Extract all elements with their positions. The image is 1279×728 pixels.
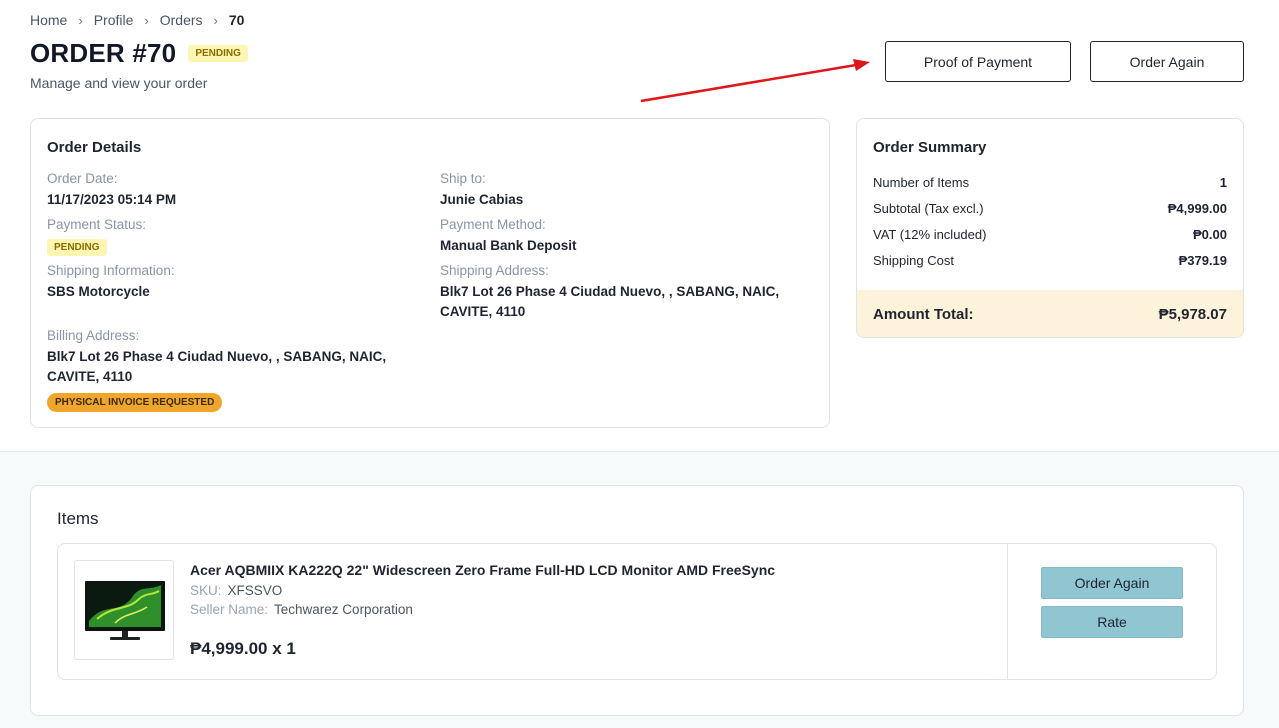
shipping-address-value: Blk7 Lot 26 Phase 4 Ciudad Nuevo, , SABA… xyxy=(440,284,780,319)
invoice-requested-badge: PHYSICAL INVOICE REQUESTED xyxy=(47,393,223,412)
order-header-section: Home › Profile › Orders › 70 ORDER #70 P… xyxy=(0,0,1279,452)
sku-value: XFSSVO xyxy=(227,583,283,598)
amount-total-label: Amount Total: xyxy=(873,306,974,323)
order-summary-title: Order Summary xyxy=(873,139,987,156)
summary-label: Subtotal (Tax excl.) xyxy=(873,201,984,216)
shipping-address-field: Shipping Address: Blk7 Lot 26 Phase 4 Ci… xyxy=(440,262,810,322)
order-again-button[interactable]: Order Again xyxy=(1090,41,1244,82)
chevron-right-icon: › xyxy=(78,12,83,28)
summary-value: ₱0.00 xyxy=(1193,227,1227,242)
list-item: Acer AQBMIIX KA222Q 22" Widescreen Zero … xyxy=(57,543,1217,680)
summary-label: Number of Items xyxy=(873,175,970,190)
payment-method-value: Manual Bank Deposit xyxy=(440,238,577,253)
payment-status-badge: PENDING xyxy=(47,239,107,256)
summary-label: VAT (12% included) xyxy=(873,227,987,242)
payment-status-label: Payment Status: xyxy=(47,217,147,232)
order-details-card: Order Details Order Date: 11/17/2023 05:… xyxy=(30,118,830,428)
monitor-icon[interactable] xyxy=(74,560,174,660)
payment-status-field: Payment Status: PENDING xyxy=(47,216,417,256)
summary-row-subtotal: Subtotal (Tax excl.) ₱4,999.00 xyxy=(873,201,1227,216)
amount-total-row: Amount Total: ₱5,978.07 xyxy=(857,290,1243,337)
item-price: ₱4,999.00 x 1 xyxy=(190,639,296,658)
status-badge: PENDING xyxy=(188,45,248,62)
seller-label: Seller Name: xyxy=(190,602,269,617)
summary-value: ₱379.19 xyxy=(1178,253,1227,268)
item-order-again-button[interactable]: Order Again xyxy=(1041,567,1183,599)
item-seller: Seller Name: Techwarez Corporation xyxy=(190,602,413,617)
shipping-address-label: Shipping Address: xyxy=(440,263,549,278)
summary-label: Shipping Cost xyxy=(873,253,954,268)
amount-total-value: ₱5,978.07 xyxy=(1158,306,1227,323)
chevron-right-icon: › xyxy=(213,12,218,28)
order-summary-card: Order Summary Number of Items 1 Subtotal… xyxy=(856,118,1244,338)
seller-value: Techwarez Corporation xyxy=(274,602,413,617)
payment-method-field: Payment Method: Manual Bank Deposit xyxy=(440,216,810,256)
order-details-title: Order Details xyxy=(47,139,142,156)
order-date-value: 11/17/2023 05:14 PM xyxy=(47,192,177,207)
breadcrumb-current: 70 xyxy=(228,12,245,28)
item-divider xyxy=(1007,544,1008,679)
breadcrumb-orders[interactable]: Orders xyxy=(160,12,203,28)
summary-row-items: Number of Items 1 xyxy=(873,175,1227,190)
billing-address-label: Billing Address: xyxy=(47,328,140,343)
breadcrumb-home[interactable]: Home xyxy=(30,12,67,28)
summary-value: ₱4,999.00 xyxy=(1167,201,1227,216)
invoice-badge-wrap: PHYSICAL INVOICE REQUESTED xyxy=(47,392,223,412)
item-sku: SKU: XFSSVO xyxy=(190,583,282,598)
item-name[interactable]: Acer AQBMIIX KA222Q 22" Widescreen Zero … xyxy=(190,562,775,578)
breadcrumb-profile[interactable]: Profile xyxy=(94,12,134,28)
summary-value: 1 xyxy=(1219,175,1227,190)
item-rate-button[interactable]: Rate xyxy=(1041,606,1183,638)
payment-method-label: Payment Method: xyxy=(440,217,546,232)
page-subtitle: Manage and view your order xyxy=(30,75,208,91)
title-row: ORDER #70 PENDING xyxy=(30,38,248,69)
page-title: ORDER #70 xyxy=(30,38,177,68)
items-card: Items Acer AQBMIIX KA222Q 22" Widescreen… xyxy=(30,485,1244,716)
breadcrumb: Home › Profile › Orders › 70 xyxy=(30,12,244,28)
ship-to-value: Junie Cabias xyxy=(440,192,524,207)
sku-label: SKU: xyxy=(190,583,222,598)
summary-row-shipping: Shipping Cost ₱379.19 xyxy=(873,253,1227,268)
shipping-info-label: Shipping Information: xyxy=(47,263,175,278)
billing-address-value: Blk7 Lot 26 Phase 4 Ciudad Nuevo, , SABA… xyxy=(47,349,387,384)
shipping-info-field: Shipping Information: SBS Motorcycle xyxy=(47,262,417,302)
chevron-right-icon: › xyxy=(144,12,149,28)
items-title: Items xyxy=(57,509,99,528)
ship-to-label: Ship to: xyxy=(440,171,486,186)
order-date-field: Order Date: 11/17/2023 05:14 PM xyxy=(47,170,417,210)
summary-row-vat: VAT (12% included) ₱0.00 xyxy=(873,227,1227,242)
order-date-label: Order Date: xyxy=(47,171,118,186)
proof-of-payment-button[interactable]: Proof of Payment xyxy=(885,41,1071,82)
shipping-info-value: SBS Motorcycle xyxy=(47,284,150,299)
billing-address-field: Billing Address: Blk7 Lot 26 Phase 4 Ciu… xyxy=(47,327,417,387)
ship-to-field: Ship to: Junie Cabias xyxy=(440,170,810,210)
